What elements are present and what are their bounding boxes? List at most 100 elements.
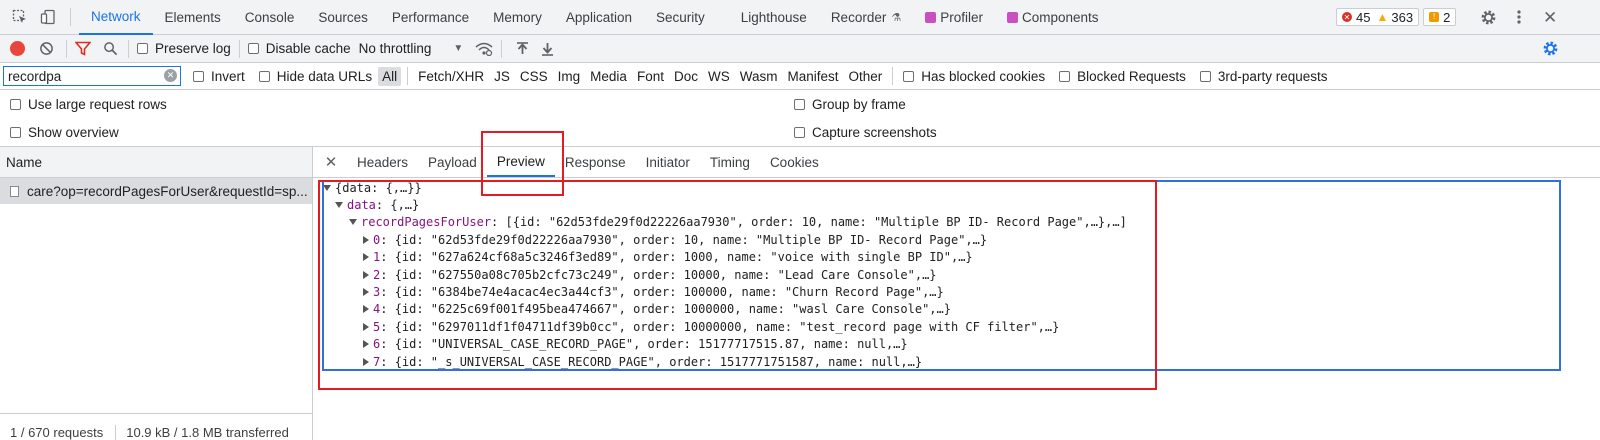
error-icon: ✕ [1342, 12, 1352, 22]
network-settings-gear-icon[interactable] [1542, 40, 1559, 57]
type-filter-all[interactable]: All [378, 66, 402, 86]
tab-profiler[interactable]: Profiler [913, 0, 995, 35]
tab-elements[interactable]: Elements [153, 0, 233, 35]
tab-network[interactable]: Network [79, 0, 153, 35]
divider [66, 39, 67, 58]
search-icon[interactable] [103, 41, 118, 56]
checkbox[interactable] [193, 70, 204, 82]
document-icon [10, 185, 19, 197]
preserve-log-checkbox[interactable]: Preserve log [137, 41, 231, 56]
detail-tab-initiator[interactable]: Initiator [636, 147, 700, 177]
inspect-element-icon[interactable] [6, 9, 34, 25]
type-filter-wasm[interactable]: Wasm [736, 67, 782, 86]
checkbox[interactable] [1199, 70, 1211, 82]
group-by-frame-checkbox[interactable]: Group by frame [794, 97, 906, 112]
dropdown-arrow-icon: ▼ [453, 43, 464, 54]
tab-label: Network [91, 8, 141, 24]
filter-input[interactable]: recordpa ✕ [3, 66, 181, 86]
record-icon[interactable] [10, 41, 25, 56]
capture-screenshots-checkbox[interactable]: Capture screenshots [794, 125, 937, 140]
tab-application[interactable]: Application [554, 0, 644, 35]
type-filter-js[interactable]: JS [490, 67, 514, 86]
tab-label: Sources [318, 9, 368, 25]
import-har-icon[interactable] [516, 41, 529, 56]
disable-cache-label: Disable cache [265, 41, 351, 56]
checkbox[interactable] [1059, 70, 1071, 82]
checkbox[interactable] [10, 126, 21, 138]
tab-console[interactable]: Console [233, 0, 307, 35]
type-filter-media[interactable]: Media [586, 67, 631, 86]
divider [128, 39, 129, 58]
hide-data-urls-checkbox[interactable]: Hide data URLs [258, 68, 373, 84]
capture-screenshots-label: Capture screenshots [812, 124, 937, 140]
error-count: 45 [1356, 9, 1371, 25]
detail-tab-payload[interactable]: Payload [418, 147, 487, 177]
tab-label: Console [244, 9, 295, 25]
type-filter-other[interactable]: Other [845, 67, 887, 86]
request-row[interactable]: care?op=recordPagesForUser&requestId=sp.… [0, 178, 312, 204]
type-filter-manifest[interactable]: Manifest [783, 67, 842, 86]
preserve-log-label: Preserve log [155, 41, 231, 56]
checkbox[interactable] [247, 43, 259, 54]
filter-icon[interactable] [75, 41, 91, 56]
show-overview-checkbox[interactable]: Show overview [10, 125, 119, 140]
flask-icon: ⚗ [891, 11, 902, 24]
third-party-requests-checkbox[interactable]: 3rd-party requests [1199, 69, 1327, 84]
close-devtools-icon[interactable]: ✕ [1543, 8, 1557, 28]
error-badge[interactable]: ✕ 45 ▲ 363 [1336, 8, 1420, 26]
large-rows-checkbox[interactable]: Use large request rows [10, 97, 167, 112]
clear-filter-icon[interactable]: ✕ [164, 69, 177, 82]
tab-sources[interactable]: Sources [306, 0, 380, 35]
more-options-icon[interactable] [1516, 9, 1522, 25]
settings-gear-icon[interactable] [1480, 9, 1497, 26]
blocked-requests-checkbox[interactable]: Blocked Requests [1059, 69, 1186, 84]
checkbox[interactable] [258, 70, 270, 82]
network-conditions-icon[interactable] [475, 42, 493, 56]
tab-components[interactable]: Components [995, 0, 1111, 35]
type-filter-img[interactable]: Img [554, 67, 585, 86]
checkbox[interactable] [903, 70, 915, 82]
react-devtools-icon [925, 11, 937, 23]
type-filter-ws[interactable]: WS [704, 67, 734, 86]
export-har-icon[interactable] [541, 42, 554, 56]
detail-tab-response[interactable]: Response [555, 147, 636, 177]
has-blocked-cookies-checkbox[interactable]: Has blocked cookies [903, 69, 1045, 84]
close-details-icon[interactable]: ✕ [321, 153, 341, 171]
type-filter-css[interactable]: CSS [516, 67, 552, 86]
devtools-tab-bar: Network Elements Console Sources Performance… [0, 0, 1600, 35]
issues-badge[interactable]: ! 2 [1423, 8, 1457, 26]
divider [501, 39, 503, 58]
checkbox[interactable] [794, 126, 805, 138]
tab-label: Security [655, 9, 705, 25]
throttling-select[interactable]: No throttling ▼ [359, 41, 464, 56]
tab-recorder[interactable]: Recorder ⚗ [819, 0, 913, 35]
tab-security[interactable]: Security [644, 0, 717, 35]
type-filter-font[interactable]: Font [633, 67, 668, 86]
panel-tabs: Network Elements Console Sources Performance… [79, 0, 1111, 35]
device-toolbar-icon[interactable] [34, 9, 62, 25]
clear-icon[interactable] [39, 41, 54, 56]
divider [892, 67, 894, 85]
invert-checkbox[interactable]: Invert [193, 69, 245, 84]
issues-icon: ! [1429, 12, 1440, 22]
request-name: care?op=recordPagesForUser&requestId=sp.… [27, 183, 308, 199]
checkbox[interactable] [10, 98, 21, 110]
disable-cache-checkbox[interactable]: Disable cache [247, 41, 351, 56]
throttling-value: No throttling [358, 41, 432, 56]
tab-memory[interactable]: Memory [481, 0, 554, 35]
hide-data-urls-label: Hide data URLs [276, 68, 373, 84]
tab-performance[interactable]: Performance [380, 0, 481, 35]
type-filter-fetch-xhr[interactable]: Fetch/XHR [414, 67, 488, 86]
divider [407, 67, 409, 85]
checkbox[interactable] [794, 98, 805, 110]
type-filter-doc[interactable]: Doc [670, 67, 702, 86]
name-column-header[interactable]: Name [0, 147, 312, 178]
tab-lighthouse[interactable]: Lighthouse [729, 0, 819, 35]
detail-tab-headers[interactable]: Headers [347, 147, 418, 177]
detail-tab-timing[interactable]: Timing [700, 147, 760, 177]
react-devtools-icon [1006, 11, 1018, 23]
checkbox[interactable] [137, 43, 148, 54]
resource-type-filters: All Fetch/XHR JS CSS Img Media Font Doc WS Wasm Ma… [378, 66, 888, 86]
tab-label: Elements [164, 9, 221, 25]
detail-tab-cookies[interactable]: Cookies [760, 147, 829, 177]
